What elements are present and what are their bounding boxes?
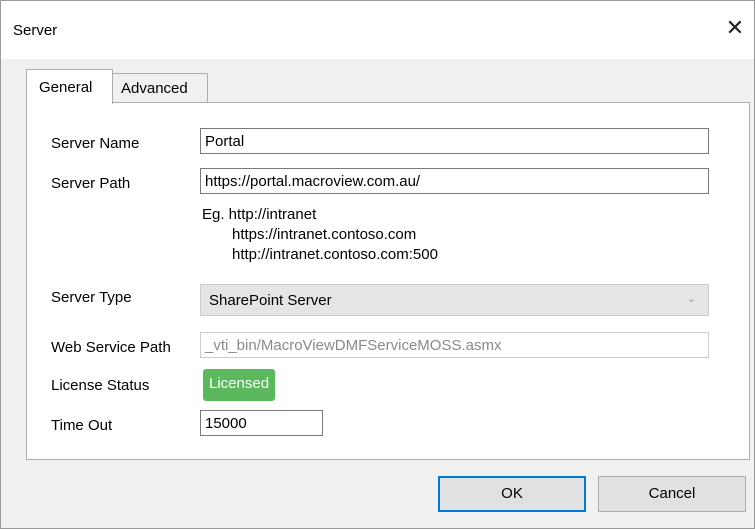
cancel-button[interactable]: Cancel [598,476,746,512]
tab-advanced-label: Advanced [121,80,188,97]
server-name-input[interactable]: Portal [200,128,709,154]
license-status-label: License Status [51,377,150,394]
server-type-label: Server Type [51,289,132,306]
server-type-select[interactable]: SharePoint Server ⌄ [200,284,709,316]
server-type-value: SharePoint Server [209,292,332,309]
tab-general[interactable]: General [26,69,113,104]
time-out-input[interactable]: 15000 [200,410,323,436]
example-line-1: Eg. http://intranet [202,206,317,223]
tab-advanced[interactable]: Advanced [112,73,208,103]
ok-button[interactable]: OK [438,476,586,512]
web-service-path-label: Web Service Path [51,339,171,356]
web-service-path-input: _vti_bin/MacroViewDMFServiceMOSS.asmx [200,332,709,358]
time-out-label: Time Out [51,417,113,434]
license-status-badge: Licensed [203,369,276,401]
server-name-label: Server Name [51,135,140,152]
server-path-input[interactable]: https://portal.macroview.com.au/ [200,168,709,194]
example-line-3: http://intranet.contoso.com:500 [232,246,438,263]
chevron-down-icon: ⌄ [686,293,696,305]
title-bar: Server ✕ [1,1,754,59]
window-title: Server [13,22,58,39]
example-line-2: https://intranet.contoso.com [232,226,417,243]
close-icon[interactable]: ✕ [722,13,748,43]
server-dialog: Server ✕ General Advanced Server Name Po… [0,0,755,529]
server-path-label: Server Path [51,175,131,192]
tab-general-label: General [39,79,93,96]
general-panel: Server Name Portal Server Path https://p… [26,102,750,460]
